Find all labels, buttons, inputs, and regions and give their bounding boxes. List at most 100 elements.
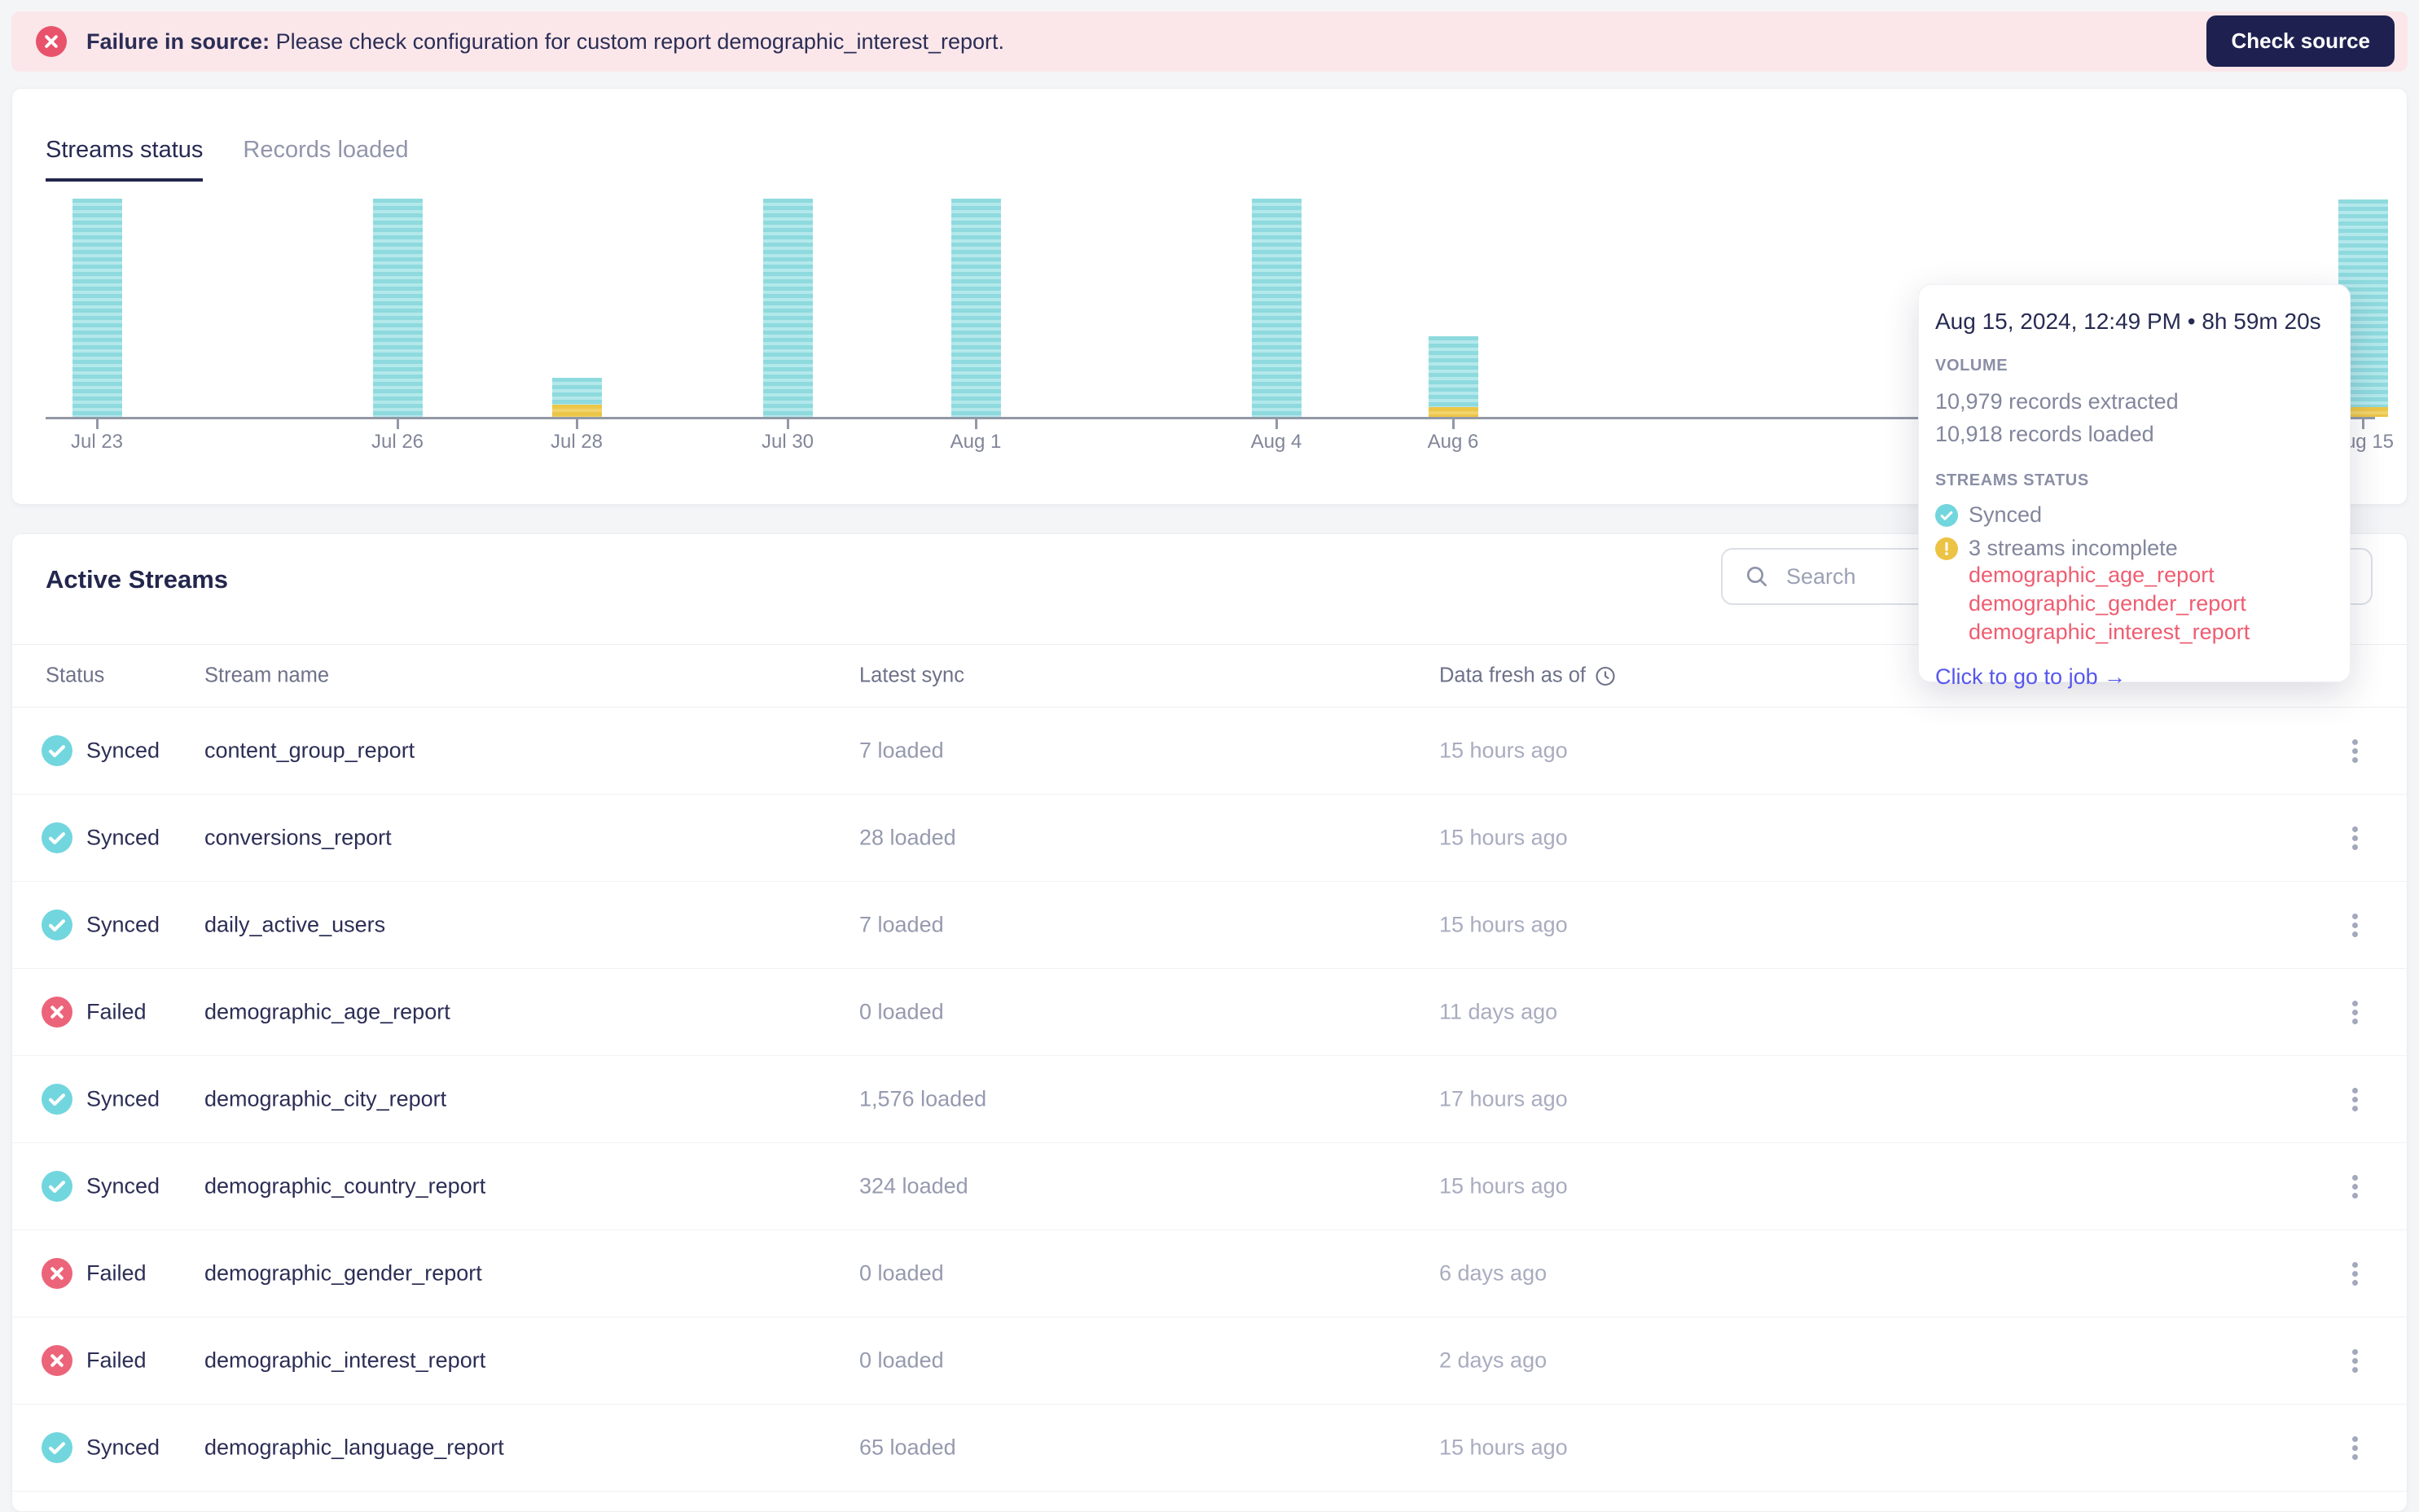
data-fresh-value: 15 hours ago — [1439, 738, 1568, 763]
bar-synced-segment — [1428, 336, 1478, 407]
status-badge: Synced — [86, 1173, 160, 1199]
col-stream-name: Stream name — [204, 664, 330, 687]
status-badge: Synced — [86, 1435, 160, 1460]
stream-name: demographic_city_report — [204, 1086, 447, 1111]
sync-bar-jul-26[interactable] — [372, 199, 423, 417]
status-badge: Failed — [86, 1260, 147, 1286]
bar-synced-segment — [1251, 199, 1302, 417]
row-menu-icon[interactable] — [2338, 1428, 2371, 1467]
latest-sync-value: 7 loaded — [859, 912, 944, 937]
row-menu-icon[interactable] — [2338, 1341, 2371, 1380]
stream-name: demographic_language_report — [204, 1435, 504, 1460]
sync-bar-jul-30[interactable] — [762, 199, 813, 417]
records-loaded: 10,918 records loaded — [1935, 422, 2154, 446]
bar-synced-segment — [372, 199, 423, 417]
row-menu-icon[interactable] — [2338, 1167, 2371, 1206]
stream-name: content_group_report — [204, 738, 415, 763]
data-fresh-value: 17 hours ago — [1439, 1086, 1568, 1111]
status-badge: Failed — [86, 1348, 147, 1373]
sync-bar-jul-23[interactable] — [72, 199, 122, 417]
go-to-job-link[interactable]: Click to go to job → — [1935, 664, 2333, 690]
incomplete-stream-link[interactable]: demographic_interest_report — [1969, 618, 2333, 646]
status-badge: Synced — [86, 912, 160, 937]
stream-name: demographic_gender_report — [204, 1260, 482, 1286]
table-row[interactable]: Failed demographic_age_report 0 loaded 11 d… — [12, 969, 2407, 1056]
row-menu-icon[interactable] — [2338, 731, 2371, 770]
x-circle-icon — [42, 1258, 72, 1289]
x-circle-icon — [42, 997, 72, 1028]
search-icon — [1747, 567, 1767, 586]
check-circle-icon — [42, 822, 72, 853]
check-source-button[interactable]: Check source — [2206, 15, 2395, 67]
sync-bar-aug-6[interactable] — [1428, 336, 1478, 417]
table-row[interactable]: Synced content_group_report 7 loaded 15 hou… — [12, 708, 2407, 795]
table-row[interactable]: Synced conversions_report 28 loaded 15 hour… — [12, 795, 2407, 882]
row-menu-icon[interactable] — [2338, 905, 2371, 944]
bar-synced-segment — [762, 199, 813, 417]
axis-tick — [576, 419, 578, 429]
row-menu-icon[interactable] — [2338, 818, 2371, 857]
sync-bar-aug-4[interactable] — [1251, 199, 1302, 417]
data-fresh-value: 15 hours ago — [1439, 1173, 1568, 1199]
axis-label: Aug 6 — [1427, 431, 1479, 453]
stream-name: conversions_report — [204, 825, 392, 850]
check-circle-icon — [42, 1084, 72, 1115]
row-menu-icon[interactable] — [2338, 1254, 2371, 1293]
axis-tick — [2362, 419, 2364, 429]
check-circle-icon — [42, 1171, 72, 1202]
table-row[interactable]: Synced demographic_city_report 1,576 loade… — [12, 1056, 2407, 1143]
table-row[interactable]: Synced daily_active_users 7 loaded 15 hours… — [12, 882, 2407, 969]
check-circle-icon — [1935, 503, 1958, 527]
data-fresh-value: 6 days ago — [1439, 1260, 1548, 1286]
bar-synced-segment — [551, 378, 602, 405]
incomplete-stream-link[interactable]: demographic_gender_report — [1969, 589, 2333, 618]
axis-label: Jul 30 — [761, 431, 814, 453]
table-row[interactable]: Synced demographic_language_report 65 load… — [12, 1405, 2407, 1492]
latest-sync-value: 0 loaded — [859, 999, 944, 1024]
axis-tick — [1275, 419, 1278, 429]
job-tooltip: Aug 15, 2024, 12:49 PM • 8h 59m 20s VOLU… — [1918, 284, 2351, 689]
warning-circle-icon — [1935, 537, 1958, 560]
data-fresh-value: 15 hours ago — [1439, 912, 1568, 937]
incomplete-stream-link[interactable]: demographic_age_report — [1969, 561, 2333, 589]
sync-bar-jul-28[interactable] — [551, 378, 602, 417]
sync-bar-aug-1[interactable] — [950, 199, 1001, 417]
axis-tick — [975, 419, 977, 429]
stream-name: demographic_country_report — [204, 1173, 486, 1199]
stream-name: daily_active_users — [204, 912, 386, 937]
check-circle-icon — [42, 735, 72, 766]
status-badge: Synced — [86, 738, 160, 763]
col-status: Status — [46, 664, 105, 687]
axis-tick — [397, 419, 399, 429]
tooltip-synced-row: Synced — [1935, 502, 2333, 528]
data-fresh-value: 11 days ago — [1439, 999, 1558, 1024]
data-fresh-value: 15 hours ago — [1439, 825, 1568, 850]
axis-tick — [96, 419, 99, 429]
stream-name: demographic_interest_report — [204, 1348, 486, 1373]
latest-sync-value: 0 loaded — [859, 1260, 944, 1286]
x-circle-icon — [36, 26, 67, 57]
tooltip-incomplete-row: 3 streams incomplete — [1935, 536, 2333, 561]
axis-tick — [1452, 419, 1455, 429]
tab-streams-status[interactable]: Streams status — [46, 134, 204, 182]
table-row[interactable]: Failed demographic_interest_report 0 loade… — [12, 1317, 2407, 1405]
tab-records-loaded[interactable]: Records loaded — [243, 134, 408, 182]
bar-incomplete-segment — [551, 405, 602, 417]
stream-name: demographic_age_report — [204, 999, 450, 1024]
table-row[interactable]: Failed demographic_gender_report 0 loaded 6… — [12, 1230, 2407, 1317]
latest-sync-value: 1,576 loaded — [859, 1086, 987, 1111]
latest-sync-value: 7 loaded — [859, 738, 944, 763]
records-extracted: 10,979 records extracted — [1935, 389, 2179, 414]
x-circle-icon — [42, 1345, 72, 1376]
bar-synced-segment — [72, 199, 122, 417]
latest-sync-value: 65 loaded — [859, 1435, 956, 1460]
status-badge: Synced — [86, 1086, 160, 1111]
active-streams-heading: Active Streams — [46, 565, 229, 594]
row-menu-icon[interactable] — [2338, 993, 2371, 1032]
clock-icon — [1596, 666, 1615, 686]
tooltip-volume-label: VOLUME — [1935, 357, 2009, 375]
row-menu-icon[interactable] — [2338, 1080, 2371, 1119]
table-row[interactable]: Synced demographic_country_report 324 load… — [12, 1143, 2407, 1230]
axis-label: Aug 1 — [950, 431, 1002, 453]
latest-sync-value: 28 loaded — [859, 825, 956, 850]
